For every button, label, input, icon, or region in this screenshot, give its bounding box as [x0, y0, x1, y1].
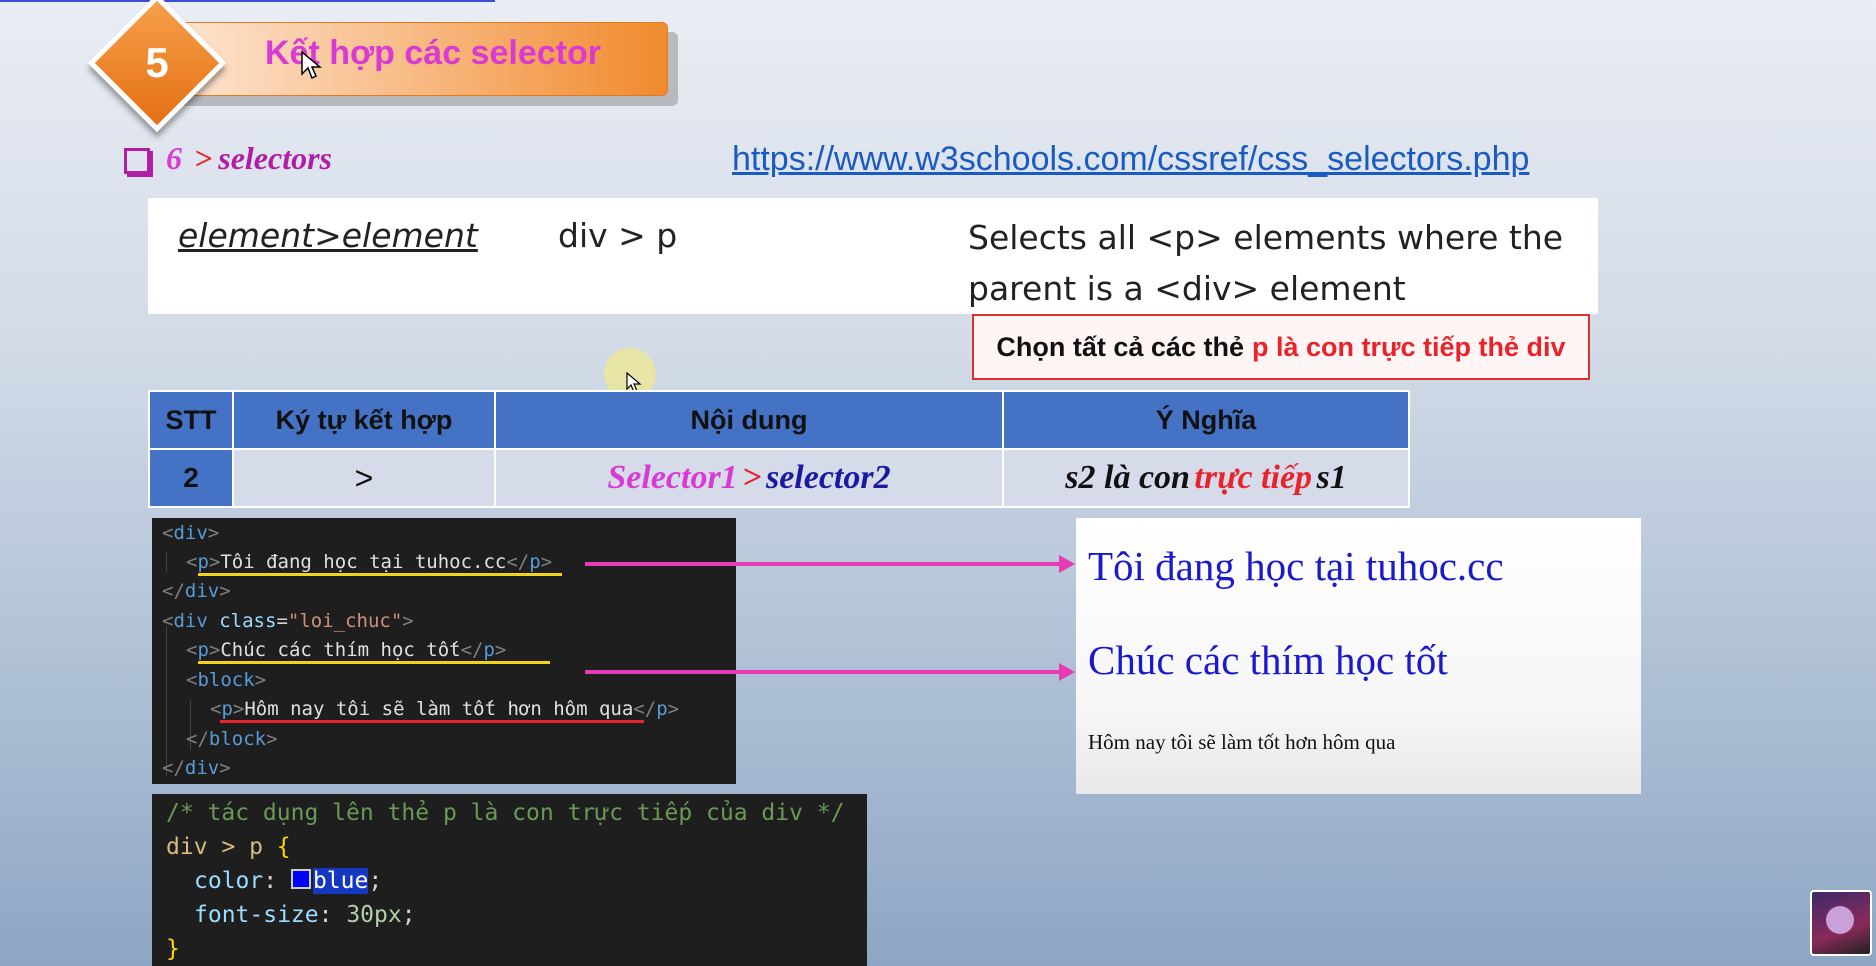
- selector-table: STT Ký tự kết hợp Nội dung Ý Nghĩa 2 > S…: [148, 390, 1410, 508]
- mouse-cursor-icon: [301, 50, 322, 80]
- code-line-3: </div>: [162, 580, 231, 602]
- css-comment: /* tác dụng lên thẻ p là con trực tiếp c…: [166, 800, 845, 826]
- code-line-2: <p>Tôi đang học tại tuhoc.cc</p>: [186, 551, 553, 573]
- underline-red: [220, 720, 644, 723]
- subtitle-word: selectors: [218, 140, 332, 176]
- css-selector-line: div > p {: [166, 834, 291, 860]
- arrow-right-icon: [585, 555, 1075, 573]
- color-swatch-icon[interactable]: [290, 869, 311, 889]
- code-line-4: <div class="loi_chuc">: [162, 610, 414, 632]
- checkbox-bullet-icon: [124, 148, 150, 174]
- w3schools-link[interactable]: https://www.w3schools.com/cssref/css_sel…: [732, 140, 1529, 179]
- content-s2: selector2: [765, 459, 891, 496]
- cell-combinator: >: [232, 448, 496, 508]
- section-number: 5: [145, 39, 169, 86]
- css-fontsize-line: font-size: 30px;: [194, 902, 416, 928]
- code-line-5: <p>Chúc các thím học tốt</p>: [186, 639, 507, 661]
- reference-description: Selects all <p> elements where the paren…: [968, 218, 1564, 308]
- reference-selector[interactable]: element>element: [178, 216, 478, 255]
- content-op: >: [742, 459, 762, 496]
- header-content: Nội dung: [494, 390, 1004, 450]
- reference-example: div > p: [558, 216, 678, 255]
- result-line-1: Tôi đang học tại tuhoc.cc: [1088, 543, 1504, 589]
- content-s1: Selector1: [607, 459, 738, 496]
- html-code-panel: <div> <p>Tôi đang học tại tuhoc.cc</p> <…: [152, 518, 736, 784]
- table-row: 2 > Selector1 > selector2 s2 là con trực…: [148, 448, 1410, 508]
- top-line-decoration: [0, 0, 495, 2]
- subtitle-operator: >: [194, 140, 213, 176]
- underline-yellow-1: [198, 573, 562, 576]
- code-line-9: </div>: [162, 757, 231, 779]
- header-combinator: Ký tự kết hợp: [232, 390, 496, 450]
- note-box: Chọn tất cả các thẻ p là con trực tiếp t…: [972, 314, 1590, 380]
- arrow-right-icon: [585, 663, 1075, 681]
- render-result-panel: Tôi đang học tại tuhoc.cc Chúc các thím …: [1076, 518, 1641, 794]
- note-part1: Chọn tất cả các thẻ: [996, 331, 1244, 362]
- header-meaning: Ý Nghĩa: [1002, 390, 1410, 450]
- css-code-panel: /* tác dụng lên thẻ p là con trực tiếp c…: [152, 794, 867, 966]
- css-close-line: }: [166, 936, 180, 962]
- underline-yellow-2: [198, 661, 550, 664]
- meaning-a: s2 là con: [1065, 459, 1190, 496]
- meaning-b: trực tiếp: [1194, 459, 1313, 496]
- cell-stt: 2: [148, 448, 234, 508]
- result-line-3: Hôm nay tôi sẽ làm tốt hơn hôm qua: [1088, 730, 1396, 754]
- note-part2: p là con trực tiếp thẻ div: [1251, 331, 1566, 362]
- css-color-line: color: blue;: [194, 868, 383, 894]
- code-line-6: <block>: [186, 669, 267, 691]
- cell-content: Selector1 > selector2: [494, 448, 1004, 508]
- meaning-c: s1: [1316, 459, 1347, 496]
- header-stt: STT: [148, 390, 234, 450]
- subtitle: 6 > selectors: [166, 140, 332, 177]
- code-line-8: </block>: [186, 728, 278, 750]
- channel-avatar-icon[interactable]: [1810, 890, 1872, 956]
- code-line-7: <p>Hôm nay tôi sẽ làm tốt hơn hôm qua</p…: [210, 698, 680, 720]
- table-header-row: STT Ký tự kết hợp Nội dung Ý Nghĩa: [148, 390, 1410, 450]
- cell-meaning: s2 là con trực tiếp s1: [1002, 448, 1410, 508]
- code-line-1: <div>: [162, 522, 220, 544]
- subtitle-number: 6: [166, 140, 182, 176]
- result-line-2: Chúc các thím học tốt: [1088, 637, 1448, 683]
